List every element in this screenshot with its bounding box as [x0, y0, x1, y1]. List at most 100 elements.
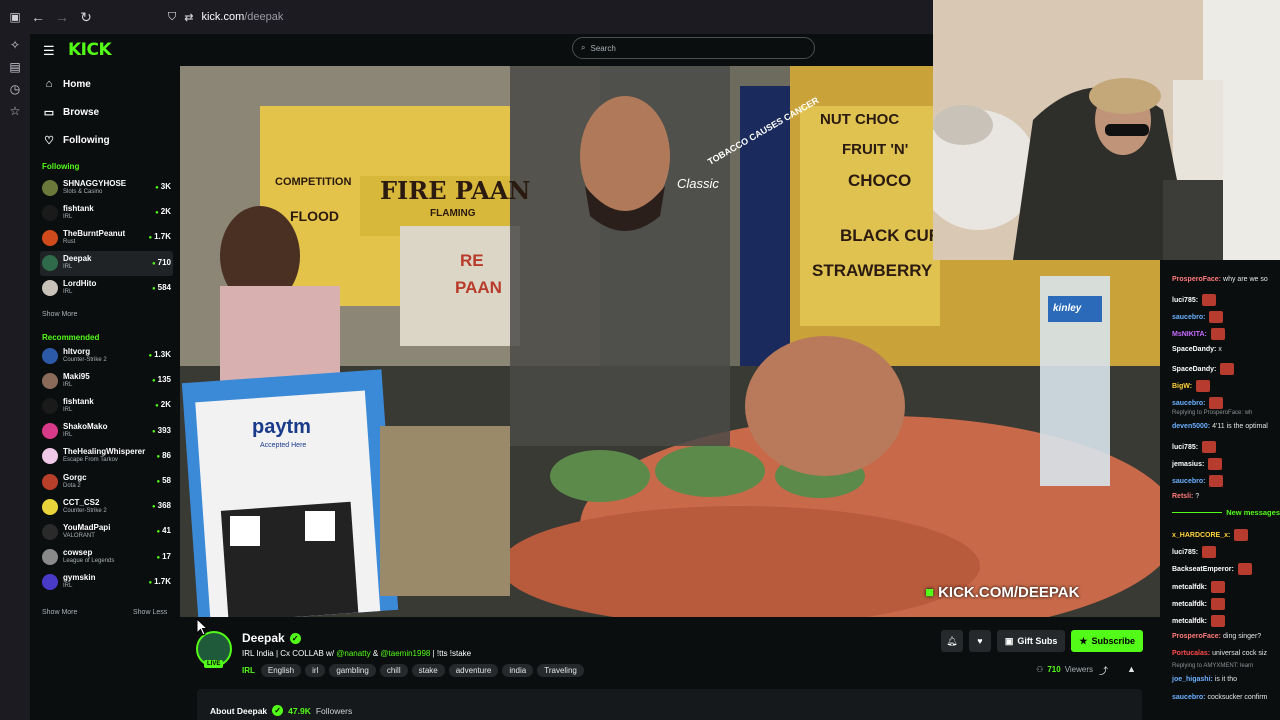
show-more-recommended[interactable]: Show More	[42, 609, 77, 616]
chat-message: saucebro:	[1172, 475, 1224, 487]
chat-text: 4'11 is the optimal	[1212, 423, 1268, 430]
following-channel[interactable]: LordHitoIRL 584	[40, 276, 173, 301]
chat-message: jemasius:	[1172, 458, 1223, 470]
history-icon[interactable]: ◷	[0, 78, 30, 100]
recommended-channel[interactable]: TheHealingWhispererEscape From Tarkov 86	[40, 444, 173, 469]
chat-username[interactable]: jemasius:	[1172, 461, 1204, 468]
chat-username[interactable]: luci785:	[1172, 444, 1198, 451]
stream-watermark: ■ KICK.COM/DEEPAK	[925, 584, 1080, 601]
tag-chip[interactable]: Traveling	[537, 664, 584, 677]
report-icon[interactable]: ▲	[1127, 664, 1136, 674]
chat-username[interactable]: Portucalas:	[1172, 650, 1210, 657]
chat-username[interactable]: SpaceDandy:	[1172, 366, 1216, 373]
recommended-channel[interactable]: hltvorgCounter-Strike 2 1.3K	[40, 343, 173, 368]
chat-username[interactable]: BackseatEmperor:	[1172, 566, 1234, 573]
tag-chip[interactable]: stake	[411, 664, 445, 677]
chat-message: ProsperoFace: ding singer?	[1172, 633, 1261, 640]
search-input[interactable]: ⌕ Search	[572, 37, 815, 59]
browser-toolbar: ← → ↻ ⛉ ⇄ kick.com/deepak	[30, 0, 933, 34]
nav-home[interactable]: ⌂ Home	[43, 70, 110, 98]
forward-icon[interactable]: →	[50, 5, 74, 29]
recommended-channel[interactable]: Maki95IRL 135	[40, 368, 173, 393]
channel-name: hltvorg	[63, 346, 91, 356]
chat-username[interactable]: SpaceDandy:	[1172, 346, 1216, 353]
chat-username[interactable]: ProsperoFace:	[1172, 276, 1221, 283]
nav-following[interactable]: ♡ Following	[43, 126, 110, 154]
category-link[interactable]: IRL	[242, 666, 255, 675]
new-messages-divider[interactable]: New messages	[1172, 508, 1280, 517]
following-channel[interactable]: fishtankIRL 2K	[40, 200, 173, 225]
kick-logo[interactable]: KICK	[68, 40, 112, 60]
channel-category: IRL	[63, 583, 73, 590]
recommended-channel[interactable]: YouMadPapiVALORANT 41	[40, 519, 173, 544]
channel-viewers: 1.7K	[148, 232, 171, 241]
bottle-label: kinley	[1053, 303, 1082, 314]
tag-chip[interactable]: adventure	[448, 664, 499, 677]
chat-username[interactable]: saucebro:	[1172, 478, 1205, 485]
channel-viewers: 2K	[155, 400, 171, 409]
tabs-icon[interactable]: ▤	[0, 56, 30, 78]
subscribe-button[interactable]: ★ Subscribe	[1071, 630, 1143, 652]
chat-username[interactable]: ProsperoFace:	[1172, 633, 1221, 640]
chat-username[interactable]: BigW:	[1172, 383, 1192, 390]
recommended-title: Recommended	[42, 333, 100, 342]
chat-text: ?	[1195, 493, 1200, 500]
bookmark-icon[interactable]: ☆	[0, 100, 30, 122]
tag-chip[interactable]: gambling	[329, 664, 376, 677]
chat-username[interactable]: saucebro:	[1172, 400, 1205, 407]
tag-chip[interactable]: irl	[305, 664, 326, 677]
chat-username[interactable]: metcalfdk:	[1172, 601, 1207, 608]
channel-viewers: 17	[156, 552, 171, 561]
chat-username[interactable]: Retsli:	[1172, 493, 1193, 500]
ai-icon[interactable]: ✧	[0, 34, 30, 56]
reload-icon[interactable]: ↻	[74, 5, 98, 29]
follow-button[interactable]: ♥	[968, 630, 991, 652]
streamer-name[interactable]: Deepak ✓	[242, 631, 301, 645]
tag-chip[interactable]: chill	[379, 664, 408, 677]
tag-chip[interactable]: india	[502, 664, 534, 677]
recommended-channel[interactable]: ShakoMakoIRL 393	[40, 419, 173, 444]
share-icon[interactable]: ⤴	[1099, 664, 1108, 677]
show-less-recommended[interactable]: Show Less	[133, 609, 167, 616]
gift-subs-button[interactable]: ▣ Gift Subs	[996, 630, 1066, 652]
recommended-channel[interactable]: GorgcDota 2 58	[40, 469, 173, 494]
following-channel[interactable]: TheBurntPeanutRust 1.7K	[40, 225, 173, 250]
mention-link[interactable]: @taemin1998	[380, 649, 430, 658]
nav-browse[interactable]: ▭ Browse	[43, 98, 110, 126]
chat-username[interactable]: luci785:	[1172, 549, 1198, 556]
shield-icon[interactable]: ⛉	[168, 11, 176, 24]
chat-username[interactable]: luci785:	[1172, 297, 1198, 304]
chat-username[interactable]: x_HARDCORE_x:	[1172, 532, 1230, 539]
chat-message: saucebro: cocksucker confirm	[1172, 694, 1267, 701]
channel-viewers: 584	[152, 283, 171, 292]
recommended-channel[interactable]: CCT_CS2Counter-Strike 2 368	[40, 494, 173, 519]
chat-username[interactable]: MsNIKITA:	[1172, 331, 1207, 338]
webcam-frame	[933, 0, 1280, 260]
chat-username[interactable]: saucebro:	[1172, 314, 1205, 321]
mention-link[interactable]: @nanatty	[336, 649, 370, 658]
channel-avatar	[42, 255, 58, 272]
channel-avatar	[42, 498, 58, 515]
chat-username[interactable]: metcalfdk:	[1172, 618, 1207, 625]
chat-username[interactable]: joe_higashi:	[1172, 676, 1213, 683]
address-bar[interactable]: ⛉ ⇄ kick.com/deepak	[168, 11, 283, 24]
following-channel[interactable]: SHNAGGYHOSESlots & Casino 3K	[40, 175, 173, 200]
recommended-channel[interactable]: cowsepLeague of Legends 17	[40, 545, 173, 570]
tag-chip[interactable]: English	[260, 664, 302, 677]
channel-category: VALORANT	[63, 532, 95, 539]
chat-username[interactable]: saucebro:	[1172, 694, 1205, 701]
notification-bell-button[interactable]: 🔔︎	[940, 630, 963, 652]
show-more-following[interactable]: Show More	[42, 311, 77, 318]
back-icon[interactable]: ←	[26, 5, 50, 29]
recommended-channel[interactable]: gymskinIRL 1.7K	[40, 570, 173, 595]
chat-username[interactable]: deven5000:	[1172, 423, 1210, 430]
chat-username[interactable]: metcalfdk:	[1172, 584, 1207, 591]
chat-message: Portucalas: universal cock siz	[1172, 650, 1267, 657]
following-channel[interactable]: DeepakIRL 710	[40, 250, 173, 276]
channel-name: SHNAGGYHOSE	[63, 178, 127, 188]
recommended-channel[interactable]: fishtankIRL 2K	[40, 393, 173, 418]
menu-icon[interactable]: ☰	[43, 43, 55, 59]
permissions-icon[interactable]: ⇄	[184, 11, 193, 24]
channel-category: Counter-Strike 2	[63, 356, 107, 363]
channel-avatar	[42, 229, 58, 246]
